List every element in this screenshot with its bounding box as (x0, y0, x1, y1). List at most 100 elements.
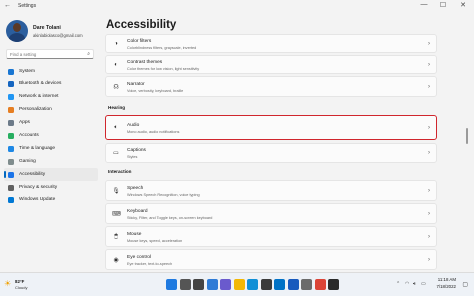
sidebar-item-network-internet[interactable]: Network & internet (4, 91, 98, 104)
maximize-button[interactable]: ☐ (436, 1, 450, 9)
volume-icon[interactable]: 🔉︎ (413, 281, 416, 287)
narrator-card[interactable]: ☊ Narrator Voice, verbosity, keyboard, b… (105, 76, 437, 97)
color-filters-card[interactable]: ◑ Color filters Colorblindness filters, … (105, 34, 437, 53)
sidebar-item-accessibility[interactable]: Accessibility (4, 168, 98, 182)
card-desc: Styles (127, 155, 138, 159)
card-title: Contrast themes (127, 60, 163, 65)
audio-card[interactable]: 🔈︎ Audio Mono audio, audio notifications… (105, 115, 437, 140)
back-arrow-icon[interactable]: ← (4, 2, 11, 9)
search-icon[interactable] (179, 279, 191, 290)
card-desc: Voice, verbosity, keyboard, braille (127, 89, 184, 93)
avatar (6, 20, 28, 42)
taskbar: ☀ 82°F Cloudy ⌃ ◠ 🔉︎ ▭ 11:18 AM 7/18/202… (0, 272, 474, 296)
card-desc: Color themes for low vision, light sensi… (127, 67, 200, 71)
card-title: Mouse (127, 232, 142, 237)
word-icon[interactable] (287, 279, 299, 290)
app-icon[interactable] (328, 279, 339, 290)
speech-card[interactable]: 🎙︎ Speech Windows Speech Recognition, vo… (105, 180, 437, 201)
main-content: Accessibility ◑ Color filters Colorblind… (100, 14, 474, 272)
sidebar-item-label: Windows Update (19, 197, 56, 203)
weather-condition: Cloudy (15, 285, 28, 290)
edge-icon[interactable] (247, 279, 258, 290)
chevron-right-icon: › (428, 61, 430, 68)
chevron-up-icon[interactable]: ⌃ (396, 281, 400, 287)
sidebar-item-accounts[interactable]: Accounts (4, 129, 98, 142)
scrollbar[interactable] (466, 128, 468, 144)
microphone-icon: 🎙︎ (112, 188, 120, 194)
eye-icon: ◉ (113, 257, 119, 263)
contrast-themes-card[interactable]: ◐ Contrast themes Color themes for low v… (105, 55, 437, 74)
eye-control-card[interactable]: ◉ Eye control Eye tracker, text-to-speec… (105, 249, 437, 270)
sidebar-item-label: Accounts (19, 132, 39, 138)
card-title: Keyboard (127, 209, 148, 214)
title-bar: ← Settings — ☐ ✕ (0, 0, 474, 14)
section-heading-hearing: Hearing (108, 105, 126, 110)
shield-icon (8, 184, 14, 191)
captions-icon: ▭ (113, 150, 119, 157)
chrome-icon[interactable] (314, 279, 326, 290)
file-explorer-icon[interactable] (233, 279, 245, 290)
sidebar-item-personalization[interactable]: Personalization (4, 104, 98, 117)
controller-icon (8, 158, 14, 165)
weather-temp: 82°F (15, 279, 25, 284)
chevron-right-icon: › (428, 150, 430, 156)
sidebar-item-bluetooth-devices[interactable]: Bluetooth & devices (4, 78, 98, 91)
mouse-card[interactable]: 🖱︎ Mouse Mouse keys, speed, acceleration… (105, 226, 437, 247)
card-desc: Mono audio, audio notifications (127, 130, 180, 134)
search-input[interactable]: Find a setting ⌕ (6, 49, 94, 59)
card-title: Narrator (127, 82, 145, 87)
sun-cloud-icon: ☀ (4, 279, 12, 288)
notification-icon[interactable]: ▢ (462, 281, 468, 288)
monitor-icon (8, 68, 14, 75)
card-desc: Windows Speech Recognition, voice typing (127, 193, 200, 197)
chevron-right-icon: › (428, 187, 430, 194)
clock-date: 7/18/2022 (436, 284, 456, 289)
chevron-right-icon: › (428, 40, 430, 47)
sidebar-item-system[interactable]: System (4, 65, 98, 78)
sidebar-nav: System Bluetooth & devices Network & inter… (4, 65, 98, 207)
wifi-icon (8, 94, 14, 101)
sidebar-item-label: Time & language (19, 145, 56, 151)
clock[interactable]: 11:18 AM 7/18/2022 (436, 277, 456, 289)
sidebar-item-apps[interactable]: Apps (4, 117, 98, 130)
wifi-icon[interactable]: ◠ (405, 281, 409, 287)
globe-clock-icon (8, 145, 14, 152)
chevron-right-icon: › (428, 124, 430, 131)
start-icon[interactable] (166, 279, 177, 290)
captions-card[interactable]: ▭ Captions Styles › (105, 143, 437, 163)
clock-time: 11:18 AM (437, 277, 456, 282)
keyboard-card[interactable]: ⌨ Keyboard Sticky, Filter, and Toggle ke… (105, 203, 437, 224)
sidebar-item-gaming[interactable]: Gaming (4, 155, 98, 168)
widgets-icon[interactable] (206, 279, 218, 290)
card-desc: Sticky, Filter, and Toggle keys, on-scre… (127, 216, 213, 220)
store-icon[interactable] (260, 279, 272, 290)
sidebar-item-label: Apps (19, 120, 30, 126)
sidebar-item-privacy-security[interactable]: Privacy & security (4, 181, 98, 194)
sidebar-item-windows-update[interactable]: Windows Update (4, 194, 98, 207)
sidebar-item-label: Gaming (19, 158, 36, 164)
minimize-button[interactable]: — (417, 1, 431, 8)
card-title: Captions (127, 148, 146, 153)
mail-icon[interactable] (274, 279, 285, 290)
sidebar-item-label: System (19, 68, 35, 74)
mouse-icon: 🖱︎ (114, 233, 118, 239)
sidebar-item-time-language[interactable]: Time & language (4, 142, 98, 155)
apps-icon (8, 120, 14, 127)
sidebar-item-label: Accessibility (19, 171, 46, 177)
close-button[interactable]: ✕ (456, 1, 470, 9)
chat-icon[interactable] (220, 279, 231, 290)
sidebar-item-label: Bluetooth & devices (19, 81, 62, 87)
search-placeholder: Find a setting (10, 52, 37, 57)
task-view-icon[interactable] (193, 279, 204, 290)
window-title: Settings (18, 3, 37, 9)
chevron-right-icon: › (428, 233, 430, 240)
settings-icon[interactable] (301, 279, 312, 290)
search-icon[interactable]: ⌕ (87, 51, 90, 57)
battery-icon[interactable]: ▭ (421, 281, 426, 287)
card-title: Speech (127, 186, 144, 191)
update-icon (8, 197, 14, 204)
accessibility-icon (8, 171, 14, 178)
chevron-right-icon: › (428, 256, 430, 263)
user-profile[interactable]: Dare Tolani akinlabiolasco@gmail.com (6, 20, 98, 44)
card-desc: Colorblindness filters, grayscale, inver… (127, 46, 197, 50)
